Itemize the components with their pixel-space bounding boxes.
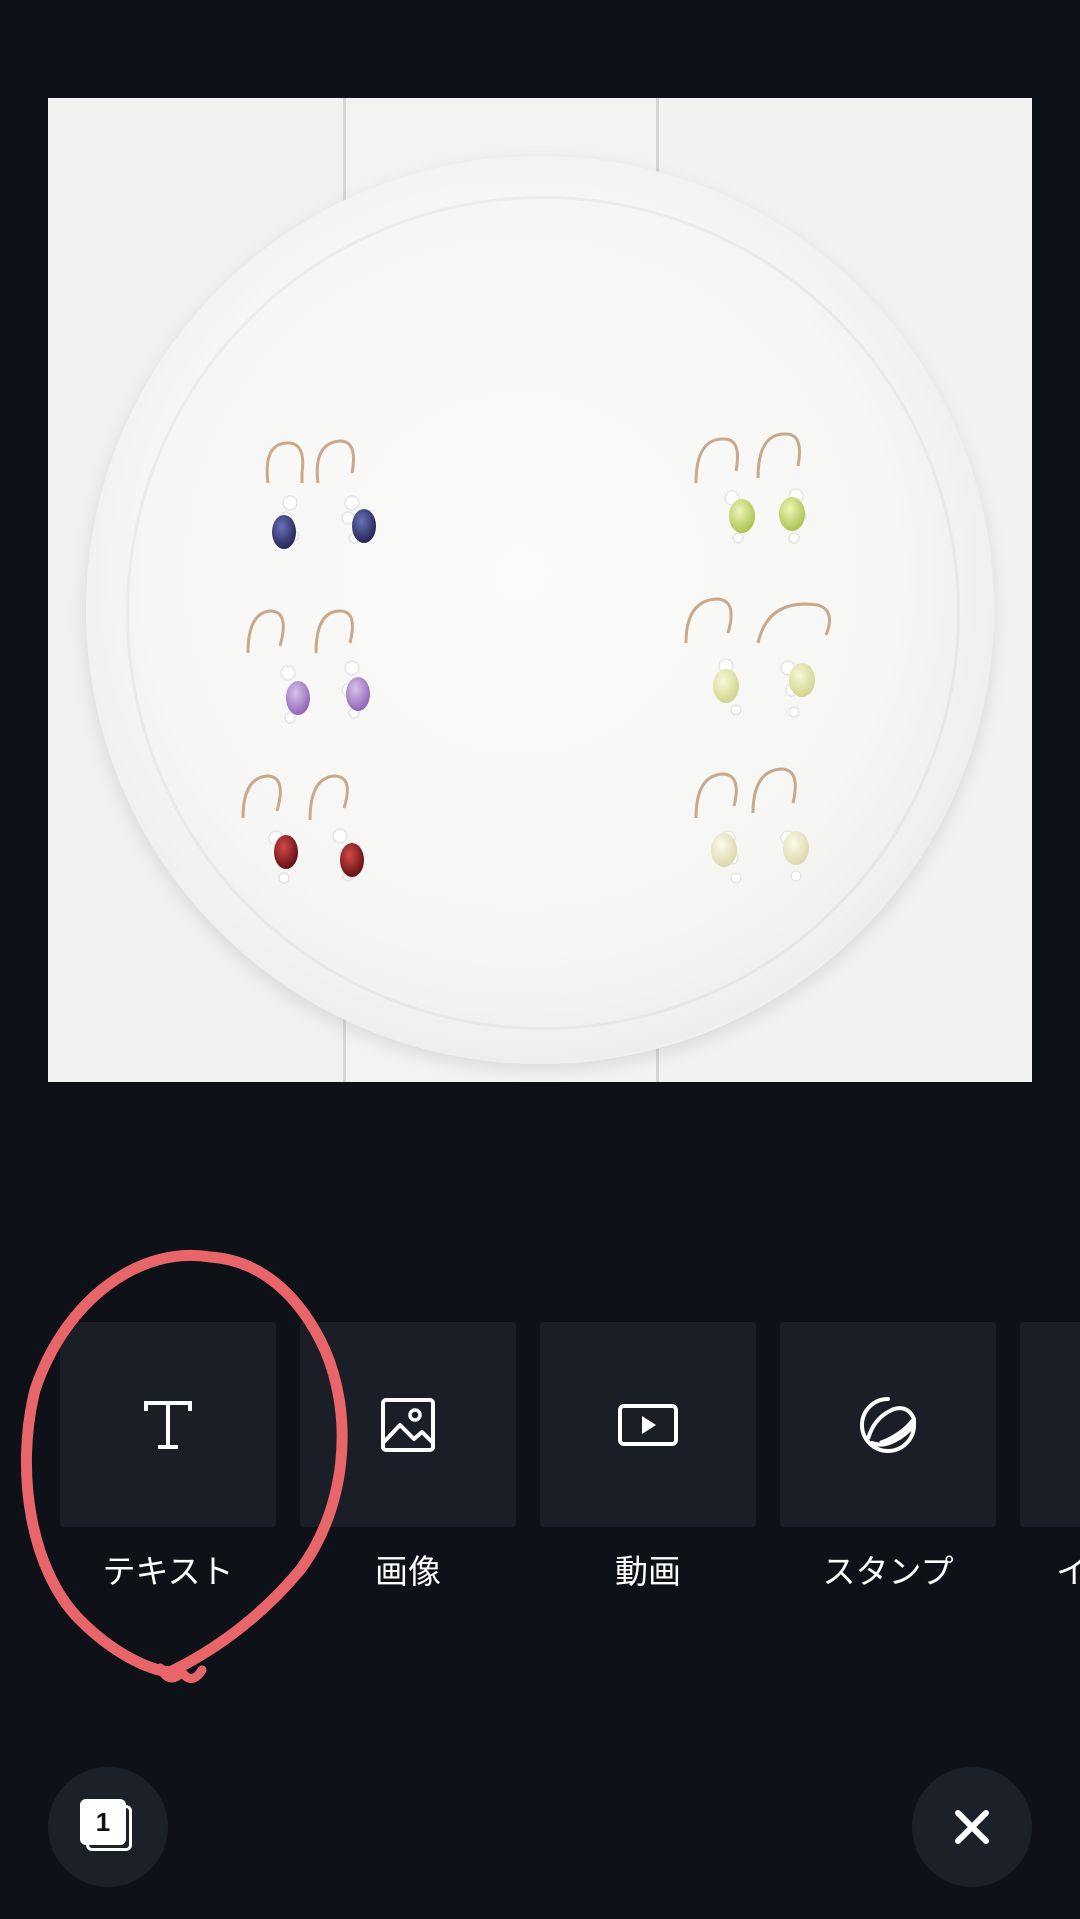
close-icon <box>955 1810 989 1844</box>
tool-more[interactable]: イ <box>1020 1322 1080 1593</box>
tool-video-label: 動画 <box>615 1552 681 1591</box>
tool-text-tile[interactable] <box>60 1322 276 1527</box>
page-count: 1 <box>80 1799 126 1845</box>
earrings-group <box>241 432 832 884</box>
tool-sticker-tile[interactable] <box>780 1322 996 1527</box>
tool-image-tile[interactable] <box>300 1322 516 1527</box>
tool-text[interactable]: テキスト <box>60 1322 276 1593</box>
image-icon <box>381 1397 435 1452</box>
close-button[interactable] <box>912 1767 1032 1887</box>
tool-image[interactable]: 画像 <box>300 1322 516 1593</box>
sticker-icon <box>860 1396 917 1453</box>
text-icon <box>144 1400 192 1449</box>
insert-toolbar: テキスト 画像 動画 スタンプ イ <box>0 1322 1080 1622</box>
tool-image-label: 画像 <box>375 1552 441 1591</box>
tool-video[interactable]: 動画 <box>540 1322 756 1593</box>
photo-canvas[interactable] <box>48 98 1032 1082</box>
tool-more-tile[interactable] <box>1020 1322 1080 1527</box>
pages-button[interactable]: 1 <box>48 1767 168 1887</box>
video-icon <box>618 1403 678 1446</box>
tool-sticker[interactable]: スタンプ <box>780 1322 996 1593</box>
tool-sticker-label: スタンプ <box>822 1552 954 1591</box>
tool-more-label: イ <box>1056 1552 1080 1591</box>
tool-video-tile[interactable] <box>540 1322 756 1527</box>
tool-text-label: テキスト <box>102 1552 234 1591</box>
